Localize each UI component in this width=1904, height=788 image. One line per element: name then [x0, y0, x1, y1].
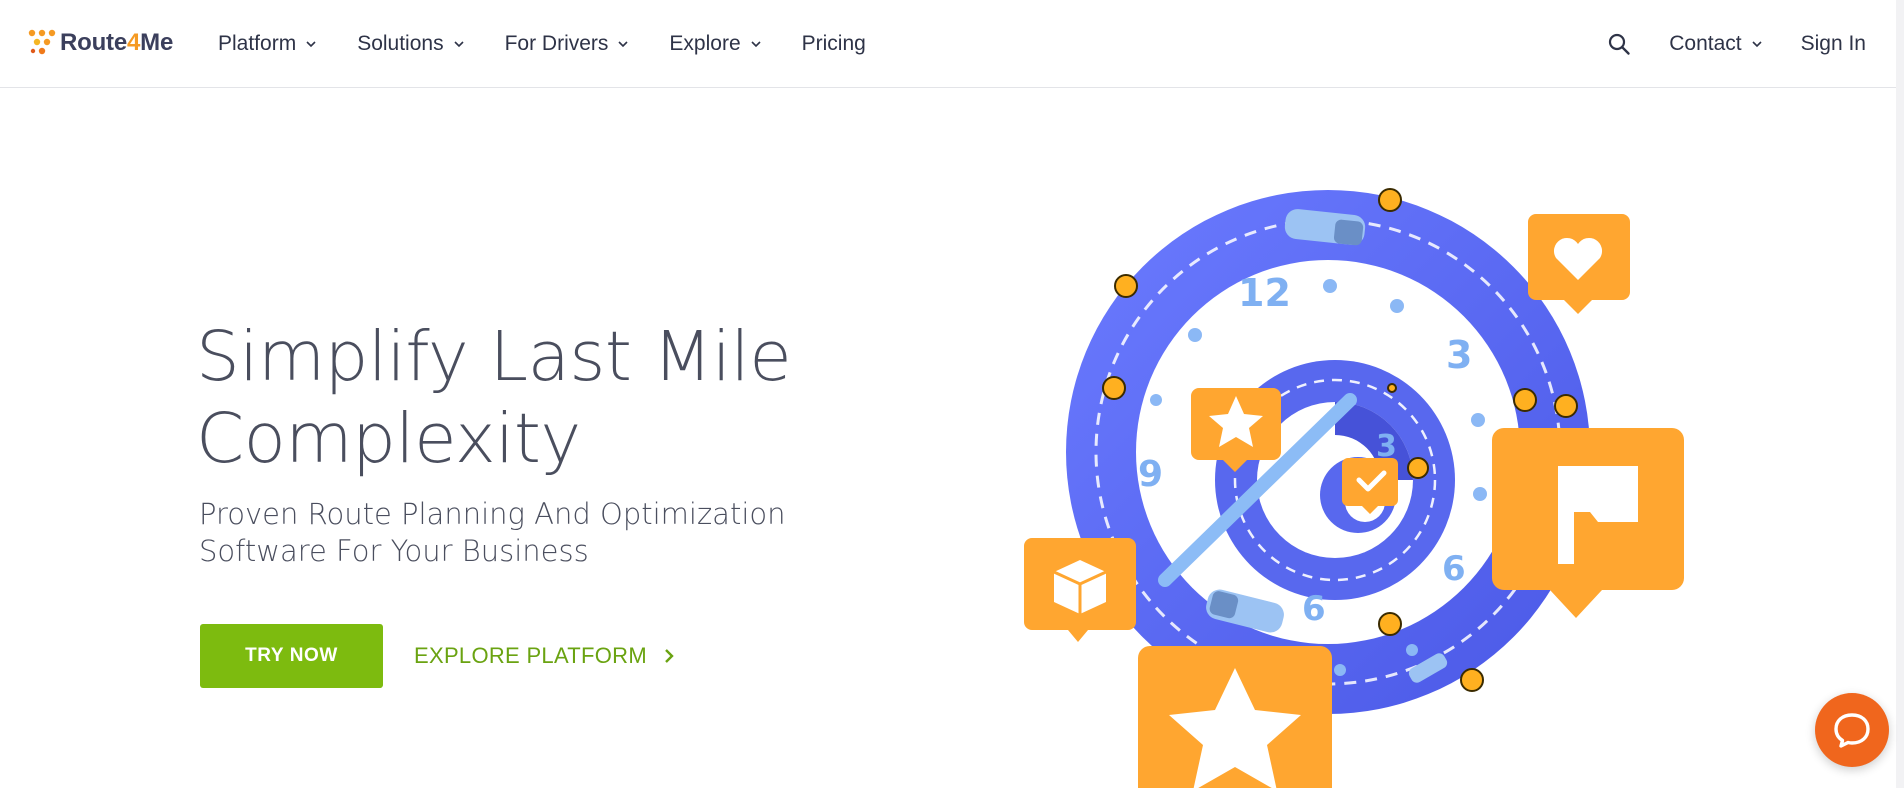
explore-platform-label: EXPLORE PLATFORM [414, 643, 647, 668]
clock-number: 6 [1302, 589, 1326, 629]
hero-title-line: Simplify Last Mile [196, 317, 792, 397]
nav-item-label: Platform [218, 32, 297, 55]
contact-menu[interactable]: Contact [1669, 32, 1762, 56]
clock-number: 12 [1238, 271, 1291, 315]
nav-item-platform[interactable]: Platform [218, 32, 317, 56]
try-now-button[interactable]: TRY NOW [200, 624, 383, 688]
main-nav: Platform Solutions For Drivers Explore P… [218, 0, 866, 88]
live-chat-button[interactable] [1815, 693, 1889, 767]
box-badge [1024, 538, 1136, 642]
brand-name: Route4Me [60, 29, 174, 56]
scrollbar-track[interactable] [1896, 0, 1904, 788]
clock-number: 6 [1442, 549, 1466, 589]
heart-badge [1528, 214, 1630, 314]
nav-item-explore[interactable]: Explore [669, 32, 761, 56]
hero-title: Simplify Last Mile Complexity [196, 316, 836, 480]
chat-bubble-icon [1834, 713, 1870, 748]
chevron-right-icon [665, 649, 674, 663]
flag-badge [1492, 428, 1684, 618]
nav-item-for-drivers[interactable]: For Drivers [505, 32, 630, 56]
check-badge [1342, 458, 1398, 514]
nav-item-label: Explore [669, 32, 741, 55]
nav-item-pricing[interactable]: Pricing [802, 32, 866, 56]
chevron-down-icon [454, 41, 464, 48]
hero-subtitle-line: Software For Your Business [199, 534, 589, 568]
explore-platform-link[interactable]: EXPLORE PLATFORM [414, 640, 675, 672]
hero-illustration: 12 3 9 6 6 3 [1024, 188, 1684, 788]
chevron-down-icon [751, 41, 761, 48]
search-icon [1609, 33, 1630, 55]
hero-subtitle: Proven Route Planning And Optimization S… [199, 496, 819, 570]
sign-in-link[interactable]: Sign In [1801, 32, 1866, 56]
nav-item-label: Pricing [801, 32, 866, 55]
chevron-down-icon [618, 41, 628, 48]
chevron-down-icon [1752, 41, 1762, 48]
site-header: Route4Me Platform Solutions For Drivers … [0, 0, 1904, 88]
nav-item-label: For Drivers [504, 32, 609, 55]
route4me-logo[interactable]: Route4Me [28, 26, 173, 60]
header-right: Contact Sign In [1606, 0, 1904, 88]
star-badge [1191, 388, 1281, 472]
hero-subtitle-line: Proven Route Planning And Optimization [199, 497, 786, 531]
clock-number: 9 [1138, 454, 1163, 495]
chevron-down-icon [306, 41, 316, 48]
hero-title-line: Complexity [196, 399, 581, 479]
route4me-logo-mark [28, 29, 56, 55]
nav-item-solutions[interactable]: Solutions [357, 32, 464, 56]
nav-item-label: Solutions [357, 32, 444, 55]
contact-label: Contact [1669, 32, 1742, 55]
big-star-badge [1138, 646, 1332, 788]
search-button[interactable] [1606, 31, 1632, 57]
clock-number: 3 [1446, 333, 1472, 377]
